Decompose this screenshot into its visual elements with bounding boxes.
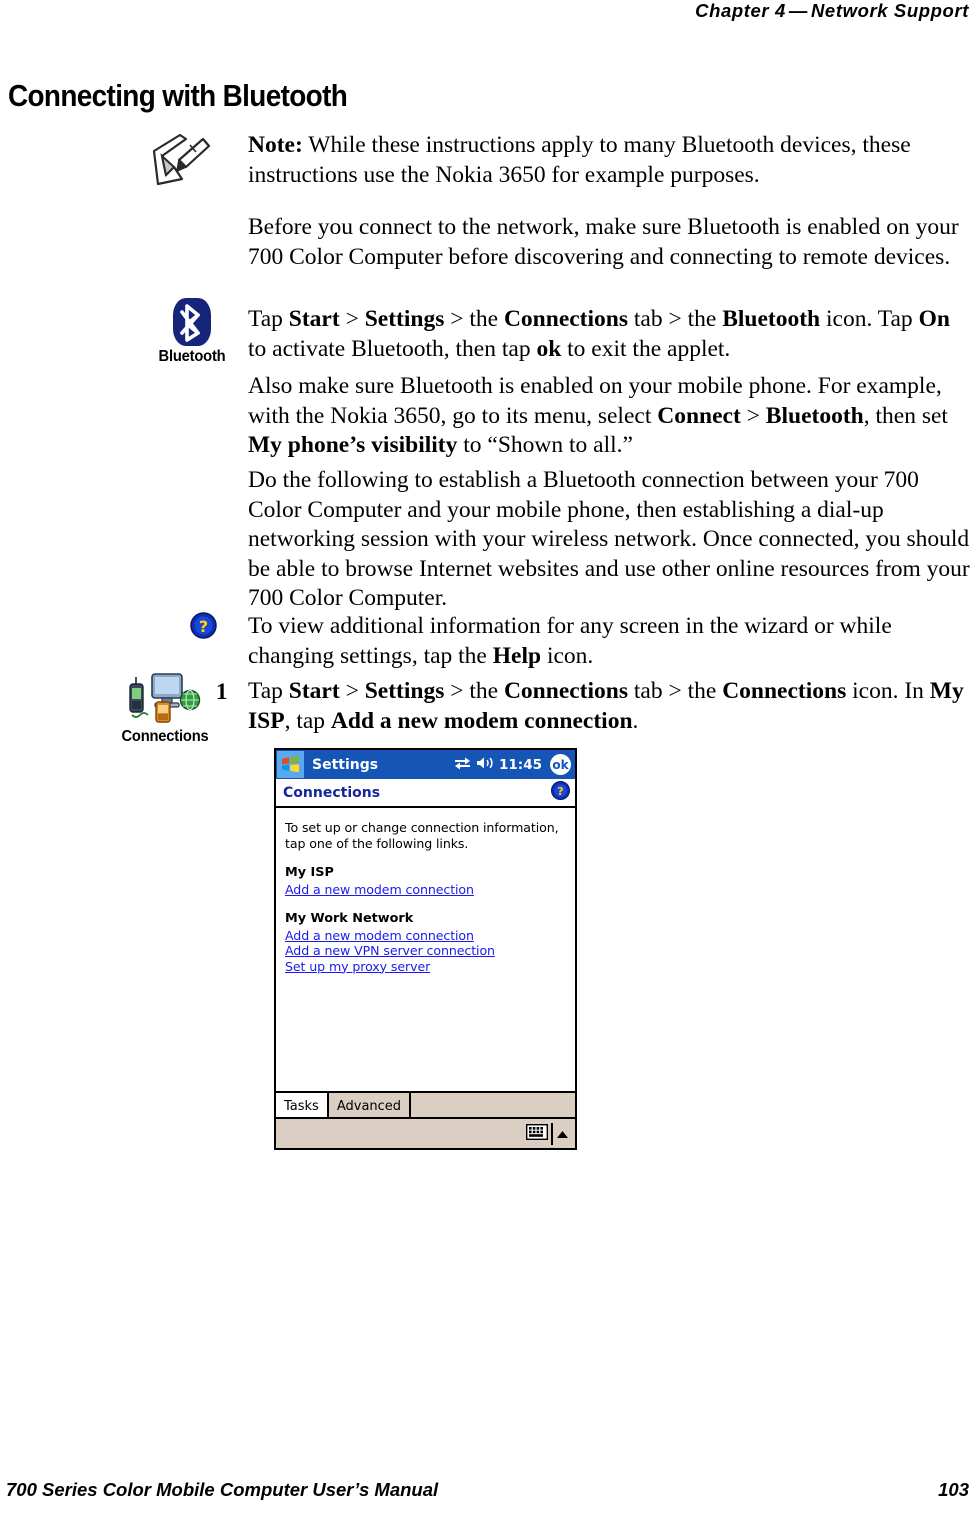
tap-connections: Connections [503,306,628,332]
statusbar-divider [551,1122,553,1145]
bluetooth-icon-caption: Bluetooth [158,348,226,365]
step1-settings: Settings [364,678,445,704]
pda-link-setup-proxy[interactable]: Set up my proxy server [285,959,430,975]
header-section-title: Network Support [810,0,969,21]
also-visibility: My phone’s visibility [248,432,458,458]
connectivity-icon[interactable] [454,755,471,774]
svg-text:?: ? [557,785,563,798]
step1-add-modem: Add a new modem connection [330,707,633,734]
pda-tabbar: Tasks Advanced [276,1091,575,1117]
header-dash: — [788,0,808,21]
running-header: Chapter 4— Network Support [0,0,973,22]
page-footer: 700 Series Color Mobile Computer User’s … [0,1479,973,1501]
step-1-body: Tap Start > Settings > the Connections t… [248,677,973,736]
tap-mid: to activate Bluetooth, then tap [248,335,537,362]
header-chapter: Chapter 4 [695,0,786,21]
bluetooth-icon [173,298,211,346]
connections-margin-icon: Connections [100,668,230,746]
tap-on: On [918,306,950,332]
paragraph-before-text: Before you connect to the network, make … [248,214,959,270]
also-gt: > [740,402,766,429]
volume-icon[interactable] [476,755,494,774]
svg-text:?: ? [199,617,208,636]
page-title: Connecting with Bluetooth [8,78,348,113]
pda-tab-tasks[interactable]: Tasks [276,1093,329,1117]
paragraph-note: Note: While these instructions apply to … [248,131,973,190]
step1-start: Start [288,678,340,704]
footer-manual-title: 700 Series Color Mobile Computer User’s … [6,1479,439,1500]
do-following-text: Do the following to establish a Bluetoot… [248,467,970,611]
step1-period: . [632,707,639,734]
tap-settings: Settings [364,306,445,332]
pda-instructions-line1: To set up or change connection informati… [285,820,559,835]
pda-screen-header: Connections ? [276,779,575,808]
pda-tabbar-filler [411,1093,575,1117]
also-end: to “Shown to all.” [457,432,633,458]
paragraph-tap-bluetooth: Tap Start > Settings > the Connections t… [248,305,973,364]
pda-tab-advanced[interactable]: Advanced [329,1093,412,1117]
connections-icon-caption: Connections [121,728,209,745]
step1-gt1: > [339,678,365,704]
pda-app-title: Settings [312,756,379,773]
bluetooth-margin-icon: Bluetooth [140,298,244,366]
also-connect: Connect [657,402,741,429]
tap-pre: Tap [248,306,289,332]
step1-tab-text: tab > the [628,678,723,704]
pda-spacer [285,898,575,911]
pda-link-add-vpn[interactable]: Add a new VPN server connection [285,943,495,959]
pda-system-tray: 11:45 ok [454,750,573,779]
step-1-number: 1 [216,679,228,704]
note-label: Note: [248,132,303,158]
also-mid: , then set [863,402,948,429]
pda-statusbar [276,1117,575,1148]
also-bluetooth: Bluetooth [765,402,864,429]
pda-screenshot: Settings 11:45 ok Connections ? To set u… [274,748,577,1150]
sip-chevron-up-icon[interactable] [556,1124,569,1143]
note-text: While these instructions apply to many B… [248,132,911,188]
step1-connections-icon: Connections [722,678,847,704]
tap-start: Start [288,306,340,332]
pda-group-title-my-isp: My ISP [285,865,334,880]
footer-page-number: 103 [938,1479,969,1500]
step1-gt2: > the [444,678,504,704]
pda-link-add-modem-work[interactable]: Add a new modem connection [285,928,474,944]
pda-link-add-modem-isp[interactable]: Add a new modem connection [285,882,474,898]
tap-end: to exit the applet. [561,335,731,362]
step1-connections-tab: Connections [503,678,628,704]
keyboard-icon[interactable] [525,1123,549,1144]
pda-titlebar: Settings 11:45 ok [276,750,575,779]
step1-icon-text: icon. In [846,678,930,704]
help-question-icon: ? [190,612,217,639]
toview-end: icon. [541,642,594,669]
paragraph-do-following: Do the following to establish a Bluetoot… [248,466,973,614]
pda-instructions-line2: tap one of the following links. [285,835,469,851]
connections-icon [100,668,230,726]
pda-help-icon[interactable]: ? [551,781,570,804]
pda-content: To set up or change connection informati… [276,808,575,1095]
tap-ok: ok [536,335,562,362]
tap-bluetooth: Bluetooth [722,306,821,332]
tap-icon: icon. Tap [820,306,919,332]
paragraph-also-make-sure: Also make sure Bluetooth is enabled on y… [248,372,973,461]
pda-clock: 11:45 [499,756,542,773]
tap-gt1: > [339,306,365,332]
step1-pre: Tap [248,678,289,704]
step-1: 1 Tap Start > Settings > the Connections… [216,677,973,736]
tap-gt2: > the [444,306,504,332]
paragraph-before-connect: Before you connect to the network, make … [248,213,973,272]
tap-tab: tab > the [628,306,723,332]
pda-group-title-my-work-network: My Work Network [285,910,414,926]
note-pencil-icon [146,129,216,191]
pda-screen-title: Connections [283,784,381,801]
step1-tap-text: , tap [284,707,331,734]
ok-button[interactable]: ok [550,754,571,775]
start-menu-icon[interactable] [277,751,304,778]
pda-instructions: To set up or change connection informati… [285,820,575,851]
paragraph-to-view: To view additional information for any s… [248,612,973,671]
toview-help: Help [492,642,542,669]
